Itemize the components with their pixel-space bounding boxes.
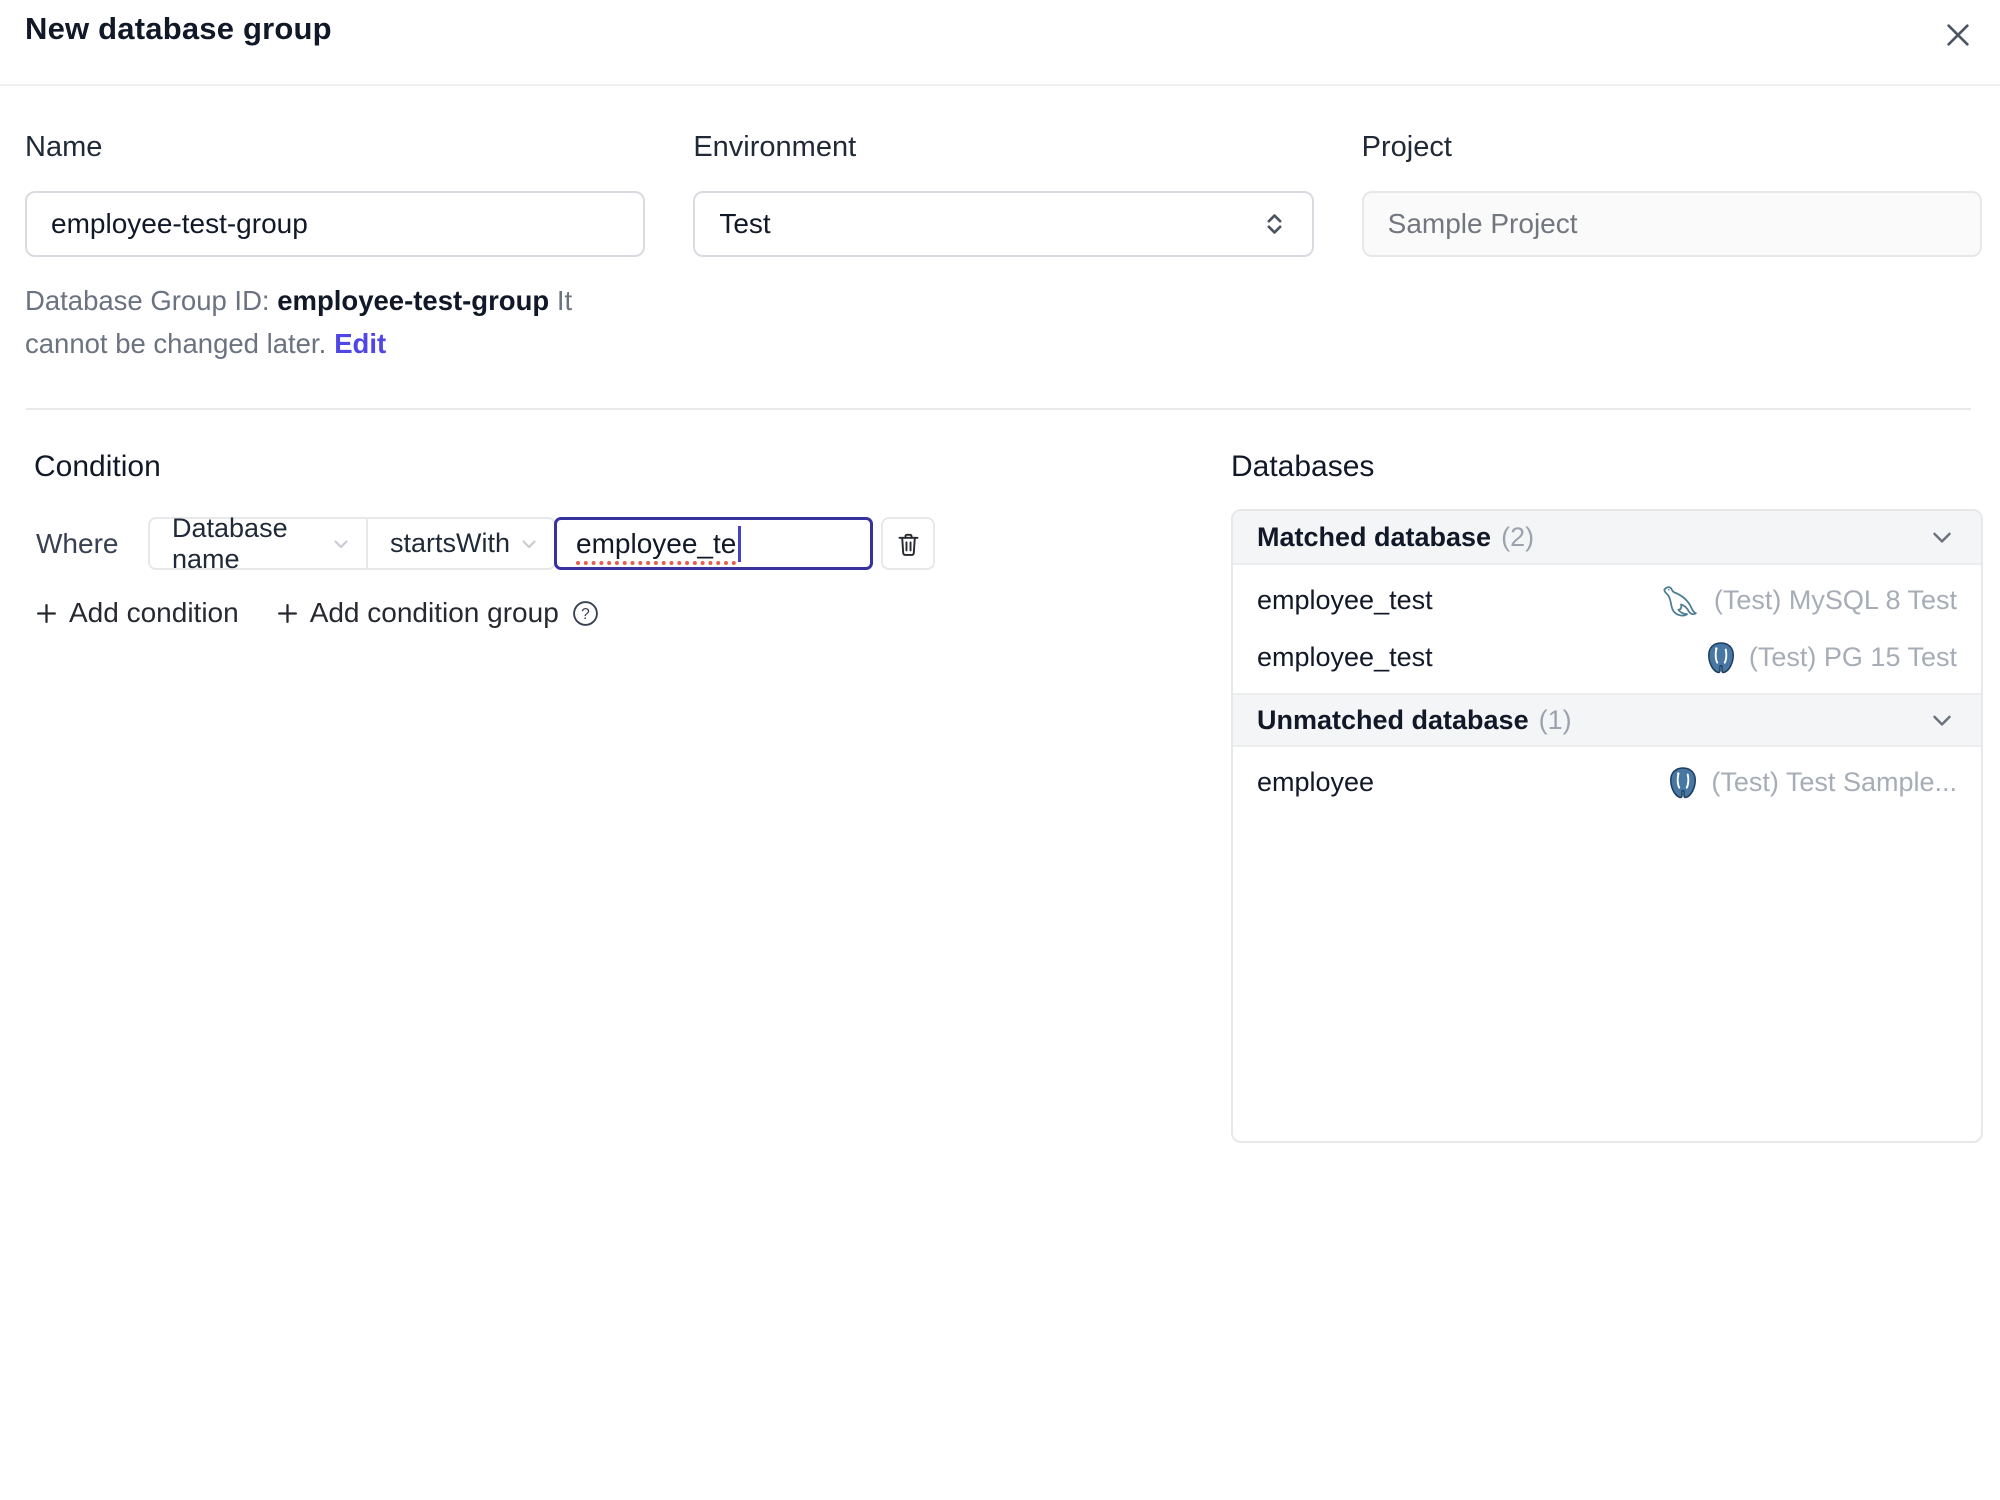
plus-icon bbox=[34, 601, 59, 626]
condition-field-value: Database name bbox=[172, 512, 288, 574]
plus-icon bbox=[275, 601, 300, 626]
where-label: Where bbox=[36, 527, 119, 559]
unmatched-database-rows: employee (Test) Test Sample... bbox=[1233, 747, 1981, 818]
chevron-down-icon bbox=[517, 532, 541, 556]
database-name: employee_test bbox=[1257, 642, 1433, 672]
delete-condition-button[interactable] bbox=[881, 517, 935, 570]
project-label: Project bbox=[1361, 131, 1452, 163]
project-field-block: Project Sample Project bbox=[1361, 131, 1982, 365]
close-button[interactable] bbox=[1942, 19, 1974, 51]
add-condition-label: Add condition bbox=[69, 597, 239, 628]
name-input[interactable] bbox=[25, 191, 646, 257]
database-name: employee bbox=[1257, 767, 1375, 797]
close-icon bbox=[1942, 19, 1974, 51]
condition-actions-row: Add condition Add condition group ? bbox=[34, 597, 1134, 629]
chevron-up-down-icon bbox=[1261, 209, 1288, 239]
section-divider bbox=[26, 408, 1971, 410]
environment-field-block: Environment Test bbox=[693, 131, 1314, 365]
group-id-note-prefix: Database Group ID: bbox=[25, 285, 278, 316]
environment-select[interactable]: Test bbox=[693, 191, 1314, 257]
database-name: employee_test bbox=[1257, 585, 1433, 615]
condition-operator-select[interactable]: startsWith bbox=[368, 519, 554, 568]
condition-heading: Condition bbox=[34, 450, 161, 483]
add-condition-group-label: Add condition group bbox=[309, 597, 559, 628]
matched-database-count: (2) bbox=[1501, 521, 1535, 552]
table-row: employee_test (Test) PG 15 Test bbox=[1233, 629, 1981, 686]
databases-panel: Matched database (2) employee_test (Test… bbox=[1231, 509, 1983, 1143]
unmatched-database-header[interactable]: Unmatched database (1) bbox=[1233, 693, 1981, 747]
condition-value-text: employee_te bbox=[576, 527, 737, 559]
chevron-down-icon bbox=[1927, 522, 1957, 552]
unmatched-database-title: Unmatched database bbox=[1257, 704, 1529, 735]
chevron-down-icon bbox=[1927, 705, 1957, 735]
svg-text:?: ? bbox=[581, 606, 590, 623]
name-field-block: Name Database Group ID: employee-test-gr… bbox=[25, 131, 646, 365]
project-input-disabled: Sample Project bbox=[1361, 191, 1982, 257]
condition-controls-group: Database name startsWith bbox=[148, 513, 556, 574]
chevron-down-icon bbox=[329, 532, 353, 556]
unmatched-database-count: (1) bbox=[1538, 704, 1572, 735]
environment-label: Environment bbox=[693, 131, 857, 163]
table-row: employee (Test) Test Sample... bbox=[1233, 754, 1981, 811]
group-id-value: employee-test-group bbox=[277, 285, 550, 316]
mysql-icon bbox=[1660, 583, 1702, 619]
condition-field-select[interactable]: Database name bbox=[150, 513, 368, 574]
condition-operator-value: startsWith bbox=[390, 528, 511, 558]
postgresql-icon bbox=[1705, 641, 1737, 675]
environment-selected-value: Test bbox=[719, 208, 771, 239]
instance-label: (Test) MySQL 8 Test bbox=[1713, 585, 1957, 615]
name-label: Name bbox=[25, 131, 103, 163]
databases-section: Databases Matched database (2) employee_… bbox=[1231, 450, 1983, 1143]
postgresql-icon bbox=[1667, 766, 1699, 800]
text-cursor bbox=[738, 525, 742, 562]
matched-database-title: Matched database bbox=[1257, 521, 1492, 552]
group-id-note: Database Group ID: employee-test-group I… bbox=[25, 279, 645, 365]
instance-label: (Test) PG 15 Test bbox=[1748, 642, 1957, 672]
edit-group-id-link[interactable]: Edit bbox=[334, 328, 386, 359]
condition-value-input[interactable]: employee_te bbox=[554, 517, 873, 570]
instance-label: (Test) Test Sample... bbox=[1711, 767, 1957, 797]
page-title: New database group bbox=[25, 11, 332, 46]
group-form: Name Database Group ID: employee-test-gr… bbox=[25, 131, 1982, 365]
trash-icon bbox=[895, 530, 922, 558]
help-icon[interactable]: ? bbox=[572, 600, 599, 627]
databases-heading: Databases bbox=[1231, 450, 1375, 483]
condition-row: Where Database name startsWith employee_… bbox=[34, 513, 1134, 574]
matched-database-rows: employee_test (Test) MySQL 8 Test employ… bbox=[1233, 565, 1981, 693]
matched-database-header[interactable]: Matched database (2) bbox=[1233, 511, 1981, 565]
add-condition-button[interactable]: Add condition bbox=[34, 597, 239, 629]
project-value: Sample Project bbox=[1387, 208, 1578, 239]
dialog-header: New database group bbox=[0, 0, 2000, 86]
add-condition-group-button[interactable]: Add condition group bbox=[275, 597, 559, 629]
table-row: employee_test (Test) MySQL 8 Test bbox=[1233, 572, 1981, 629]
condition-section: Condition Where Database name startsWith bbox=[34, 450, 1134, 629]
